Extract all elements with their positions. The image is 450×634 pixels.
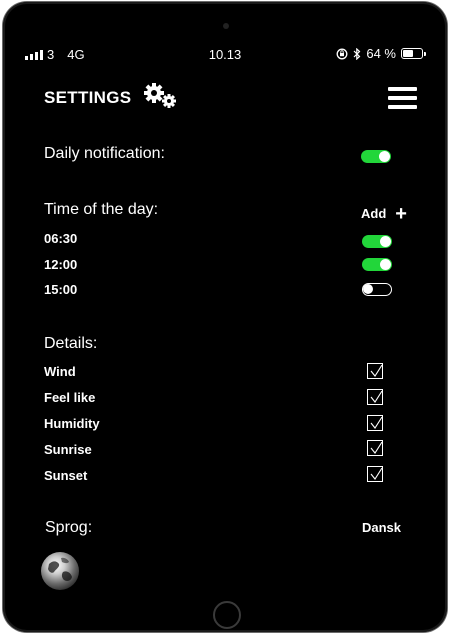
battery-icon [401, 48, 426, 59]
rotation-lock-icon [336, 48, 348, 59]
daily-notification-toggle[interactable] [361, 150, 391, 163]
globe-map [48, 557, 72, 581]
time-label: 15:00 [44, 282, 78, 297]
time-label: 06:30 [44, 231, 78, 246]
hamburger-menu-icon[interactable] [388, 87, 417, 110]
checkbox-feel-like[interactable] [367, 389, 383, 405]
checkbox-sunrise[interactable] [367, 440, 383, 456]
check-icon [370, 441, 383, 454]
language-label: Sprog: [45, 519, 93, 536]
check-icon [370, 364, 383, 377]
detail-label-humidity: Humidity [44, 416, 100, 431]
time-label: 12:00 [44, 257, 78, 272]
status-bar-right: 64 % [336, 46, 426, 61]
checkbox-wind[interactable] [367, 363, 383, 379]
add-time-button[interactable]: Add + [361, 202, 407, 225]
time-of-day-label: Time of the day: [44, 201, 159, 218]
check-icon [370, 467, 383, 480]
details-label: Details: [44, 335, 98, 352]
checkbox-sunset[interactable] [367, 466, 383, 482]
battery-fill [403, 50, 413, 57]
gears-icon [144, 83, 176, 108]
check-icon [370, 416, 383, 429]
bluetooth-icon [353, 47, 361, 60]
time-toggle[interactable] [362, 258, 392, 271]
plus-icon: + [395, 202, 407, 225]
time-toggle[interactable] [362, 235, 392, 248]
globe-icon[interactable] [41, 552, 79, 590]
language-select[interactable]: Dansk [362, 520, 401, 535]
check-icon [370, 390, 383, 403]
detail-label-sunrise: Sunrise [44, 442, 92, 457]
page-title: SETTINGS [44, 88, 132, 107]
daily-notification-label: Daily notification: [44, 145, 165, 162]
checkbox-humidity[interactable] [367, 415, 383, 431]
add-label: Add [361, 206, 387, 221]
battery-percent: 64 % [366, 46, 396, 61]
settings-screen: 3 4G 10.13 64 % SETTINGS Daily notificat… [0, 0, 450, 634]
detail-label-sunset: Sunset [44, 468, 88, 483]
detail-label-feel-like: Feel like [44, 390, 96, 405]
time-toggle[interactable] [362, 283, 392, 296]
detail-label-wind: Wind [44, 364, 76, 379]
